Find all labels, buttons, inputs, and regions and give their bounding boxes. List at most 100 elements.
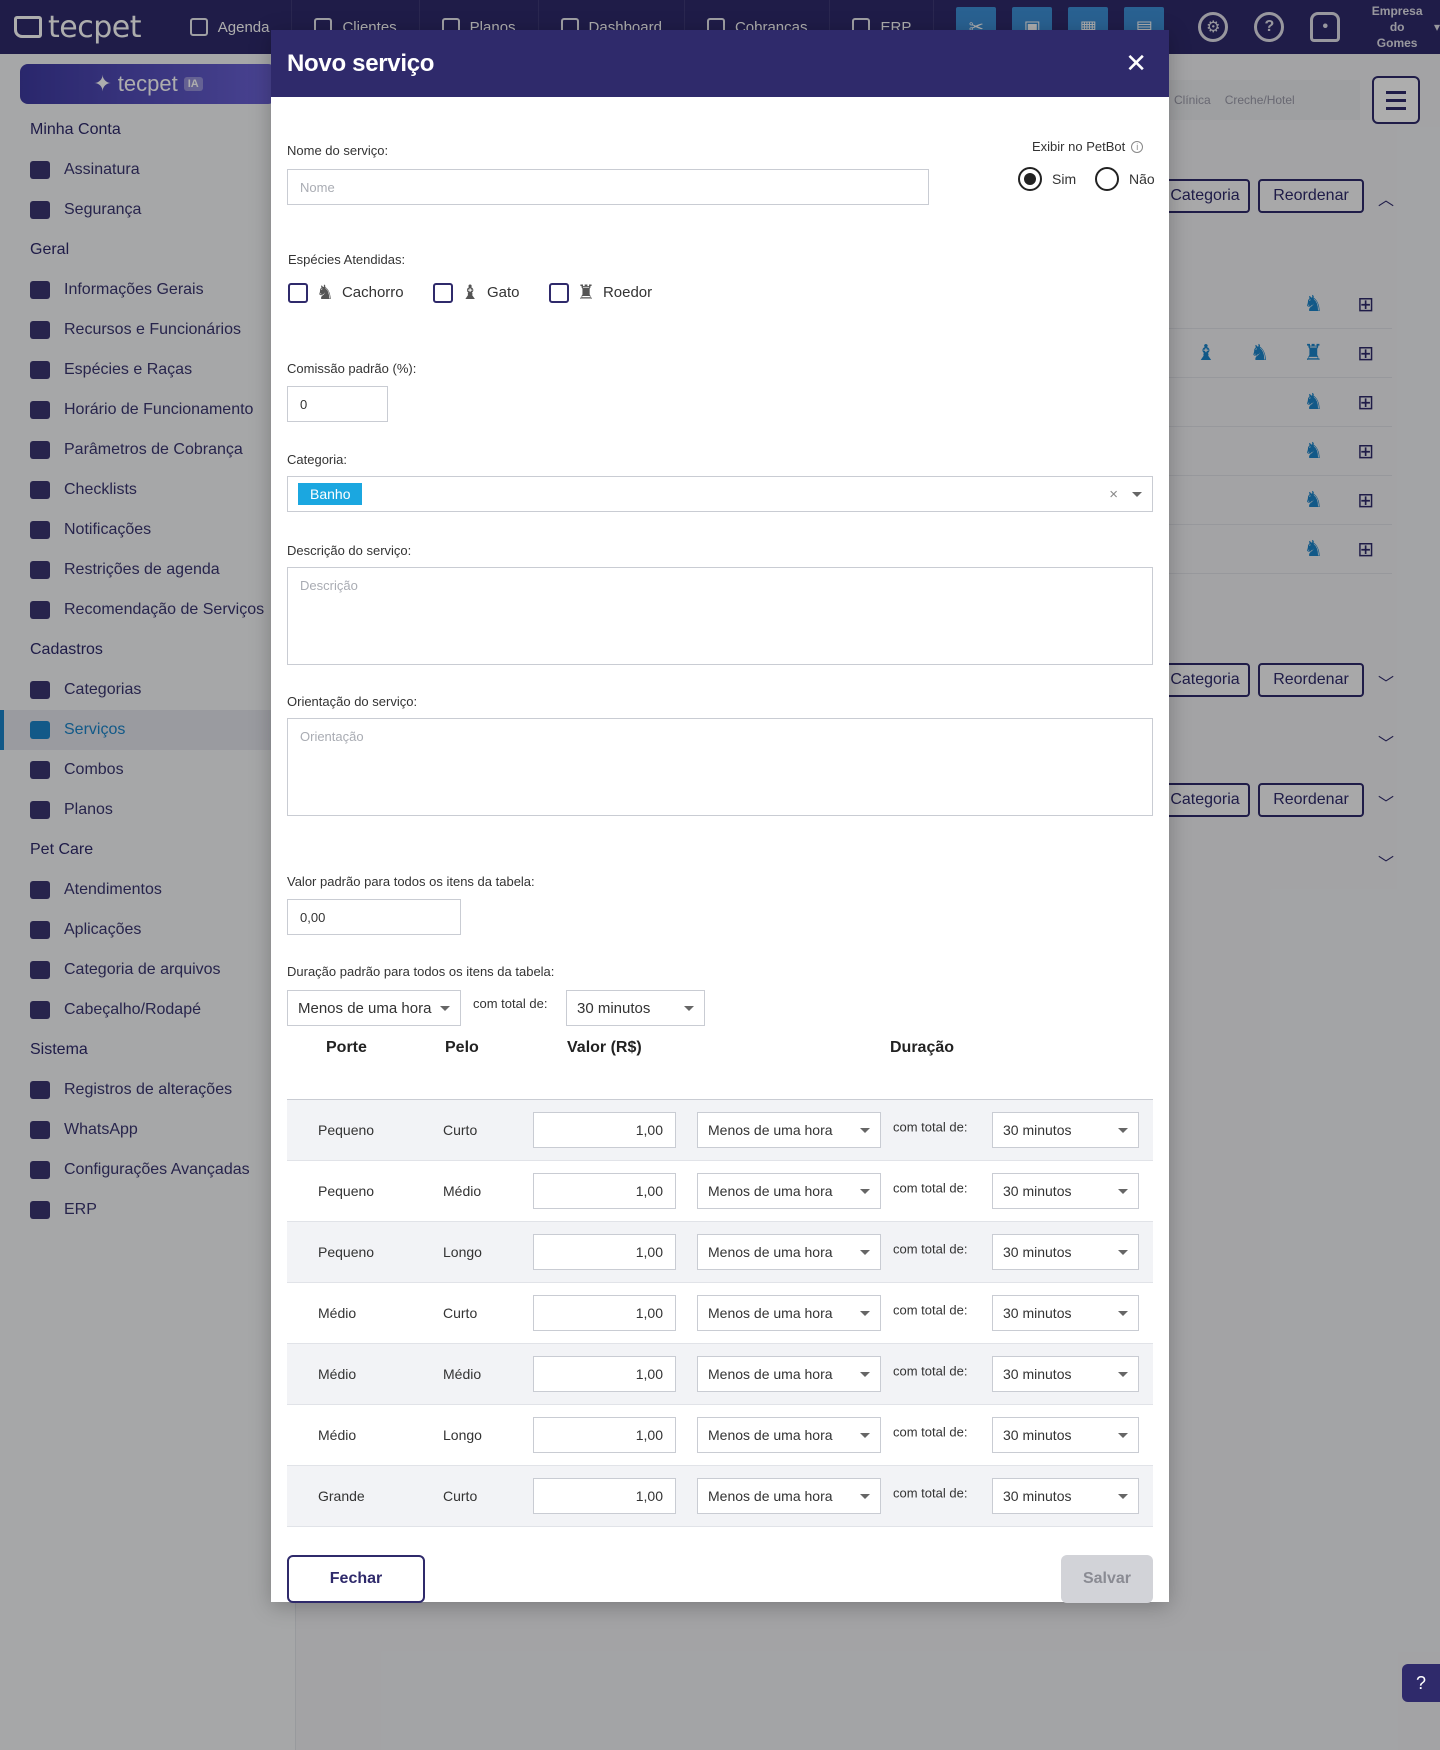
valor-input[interactable]: 1,00 xyxy=(533,1478,676,1514)
duracao-select[interactable]: Menos de uma hora xyxy=(697,1356,881,1392)
especie-label: Roedor xyxy=(602,284,653,301)
clear-icon[interactable]: × xyxy=(1109,486,1118,503)
table-row: Pequeno Médio 1,00 Menos de uma hora com tot… xyxy=(287,1161,1153,1222)
valor-input[interactable]: 1,00 xyxy=(533,1417,676,1453)
total-select[interactable]: 30 minutos xyxy=(992,1234,1139,1270)
duracao-select[interactable]: Menos de uma hora xyxy=(697,1295,881,1331)
com-total-label: com total de: xyxy=(893,1363,968,1379)
salvar-button[interactable]: Salvar xyxy=(1061,1555,1153,1603)
valor-input[interactable]: 1,00 xyxy=(533,1234,676,1270)
checkbox[interactable] xyxy=(288,282,308,303)
cell-pelo: Médio xyxy=(443,1366,482,1382)
rodent-icon: ♜ xyxy=(577,282,595,304)
select-value: 30 minutos xyxy=(1003,1244,1072,1260)
caret-down-icon xyxy=(1118,1250,1128,1255)
especies-label: Espécies Atendidas: xyxy=(288,252,406,267)
duracao-select[interactable]: Menos de uma hora xyxy=(697,1478,881,1514)
duracao-select[interactable]: Menos de uma hora xyxy=(697,1173,881,1209)
select-value: 30 minutos xyxy=(1003,1122,1072,1138)
nome-input[interactable]: Nome xyxy=(287,169,929,205)
cell-porte: Médio xyxy=(318,1305,357,1321)
duracao-select[interactable]: Menos de uma hora xyxy=(697,1417,881,1453)
caret-down-icon xyxy=(684,1006,694,1011)
valor-padrao-label: Valor padrão para todos os itens da tabe… xyxy=(287,874,535,889)
caret-down-icon xyxy=(860,1250,870,1255)
cat-icon: ♝ xyxy=(461,282,479,304)
especie-label: Cachorro xyxy=(341,284,404,301)
help-icon[interactable]: ? xyxy=(1402,1664,1440,1702)
caret-down-icon xyxy=(860,1494,870,1499)
duracao-padrao-select[interactable]: Menos de uma hora xyxy=(287,990,461,1026)
orientacao-textarea[interactable]: Orientação xyxy=(287,718,1153,816)
select-value: Menos de uma hora xyxy=(708,1366,833,1382)
select-value: 30 minutos xyxy=(1003,1305,1072,1321)
cell-pelo: Curto xyxy=(443,1122,478,1138)
comissao-input[interactable]: 0 xyxy=(287,386,388,422)
especie-cachorro[interactable]: ♞ Cachorro xyxy=(288,280,404,305)
valor-input[interactable]: 1,00 xyxy=(533,1112,676,1148)
valor-input[interactable]: 1,00 xyxy=(533,1173,676,1209)
checkbox[interactable] xyxy=(433,282,453,303)
categoria-tag[interactable]: Banho xyxy=(298,483,363,505)
descricao-label: Descrição do serviço: xyxy=(287,543,412,558)
valor-input[interactable]: 1,00 xyxy=(533,1356,676,1392)
total-padrao-select[interactable]: 30 minutos xyxy=(566,990,705,1026)
select-value: 30 minutos xyxy=(1003,1183,1072,1199)
total-select[interactable]: 30 minutos xyxy=(992,1417,1139,1453)
especie-gato[interactable]: ♝ Gato xyxy=(433,280,519,305)
com-total-label: com total de: xyxy=(893,1241,968,1257)
especie-label: Gato xyxy=(486,284,520,301)
total-select[interactable]: 30 minutos xyxy=(992,1356,1139,1392)
caret-down-icon xyxy=(860,1128,870,1133)
duracao-select[interactable]: Menos de uma hora xyxy=(697,1234,881,1270)
select-value: 30 minutos xyxy=(1003,1366,1072,1382)
info-icon: i xyxy=(1131,140,1144,153)
cell-porte: Médio xyxy=(318,1366,357,1382)
caret-down-icon xyxy=(1132,492,1142,497)
cell-pelo: Médio xyxy=(443,1183,482,1199)
radio-nao-label: Não xyxy=(1129,171,1155,187)
select-value: Menos de uma hora xyxy=(298,999,432,1017)
checkbox[interactable] xyxy=(549,282,569,303)
valor-input[interactable]: 1,00 xyxy=(533,1295,676,1331)
petbot-nao-option[interactable]: Não xyxy=(1095,167,1155,191)
th-valor: Valor (R$) xyxy=(567,1039,642,1056)
select-value: 30 minutos xyxy=(1003,1427,1072,1443)
caret-down-icon xyxy=(1118,1494,1128,1499)
valor-padrao-input[interactable]: 0,00 xyxy=(287,899,461,935)
select-value: Menos de uma hora xyxy=(708,1305,833,1321)
select-value: 30 minutos xyxy=(577,999,651,1017)
close-icon[interactable]: ✕ xyxy=(1125,48,1147,79)
especie-roedor[interactable]: ♜ Roedor xyxy=(549,280,652,305)
select-value: 30 minutos xyxy=(1003,1488,1072,1504)
table-row: Médio Curto 1,00 Menos de uma hora com total… xyxy=(287,1283,1153,1344)
select-value: Menos de uma hora xyxy=(708,1183,833,1199)
descricao-textarea[interactable]: Descrição xyxy=(287,567,1153,665)
fechar-button[interactable]: Fechar xyxy=(287,1555,425,1603)
th-pelo: Pelo xyxy=(445,1039,479,1056)
table-row: Pequeno Curto 1,00 Menos de uma hora com tot… xyxy=(287,1100,1153,1161)
com-total-label: com total de: xyxy=(893,1180,968,1196)
radio-nao[interactable] xyxy=(1095,167,1119,191)
caret-down-icon xyxy=(1118,1189,1128,1194)
th-porte: Porte xyxy=(326,1039,367,1056)
total-select[interactable]: 30 minutos xyxy=(992,1478,1139,1514)
petbot-sim-option[interactable]: Sim xyxy=(1018,167,1076,191)
total-select[interactable]: 30 minutos xyxy=(992,1295,1139,1331)
com-total-label: com total de: xyxy=(893,1424,968,1440)
total-select[interactable]: 30 minutos xyxy=(992,1112,1139,1148)
radio-sim[interactable] xyxy=(1018,167,1042,191)
categoria-select[interactable]: Banho × xyxy=(287,476,1153,512)
modal-title: Novo serviço xyxy=(287,49,435,77)
novo-servico-modal: Novo serviço ✕ Nome do serviço: Nome Exi… xyxy=(271,30,1169,1603)
table-row: Médio Médio 1,00 Menos de uma hora com total… xyxy=(287,1344,1153,1405)
caret-down-icon xyxy=(1118,1128,1128,1133)
select-value: Menos de uma hora xyxy=(708,1488,833,1504)
caret-down-icon xyxy=(860,1189,870,1194)
cell-porte: Pequeno xyxy=(318,1183,375,1199)
cell-pelo: Curto xyxy=(443,1488,478,1504)
cell-pelo: Longo xyxy=(443,1427,482,1443)
duracao-padrao-label: Duração padrão para todos os itens da ta… xyxy=(287,964,555,979)
total-select[interactable]: 30 minutos xyxy=(992,1173,1139,1209)
duracao-select[interactable]: Menos de uma hora xyxy=(697,1112,881,1148)
